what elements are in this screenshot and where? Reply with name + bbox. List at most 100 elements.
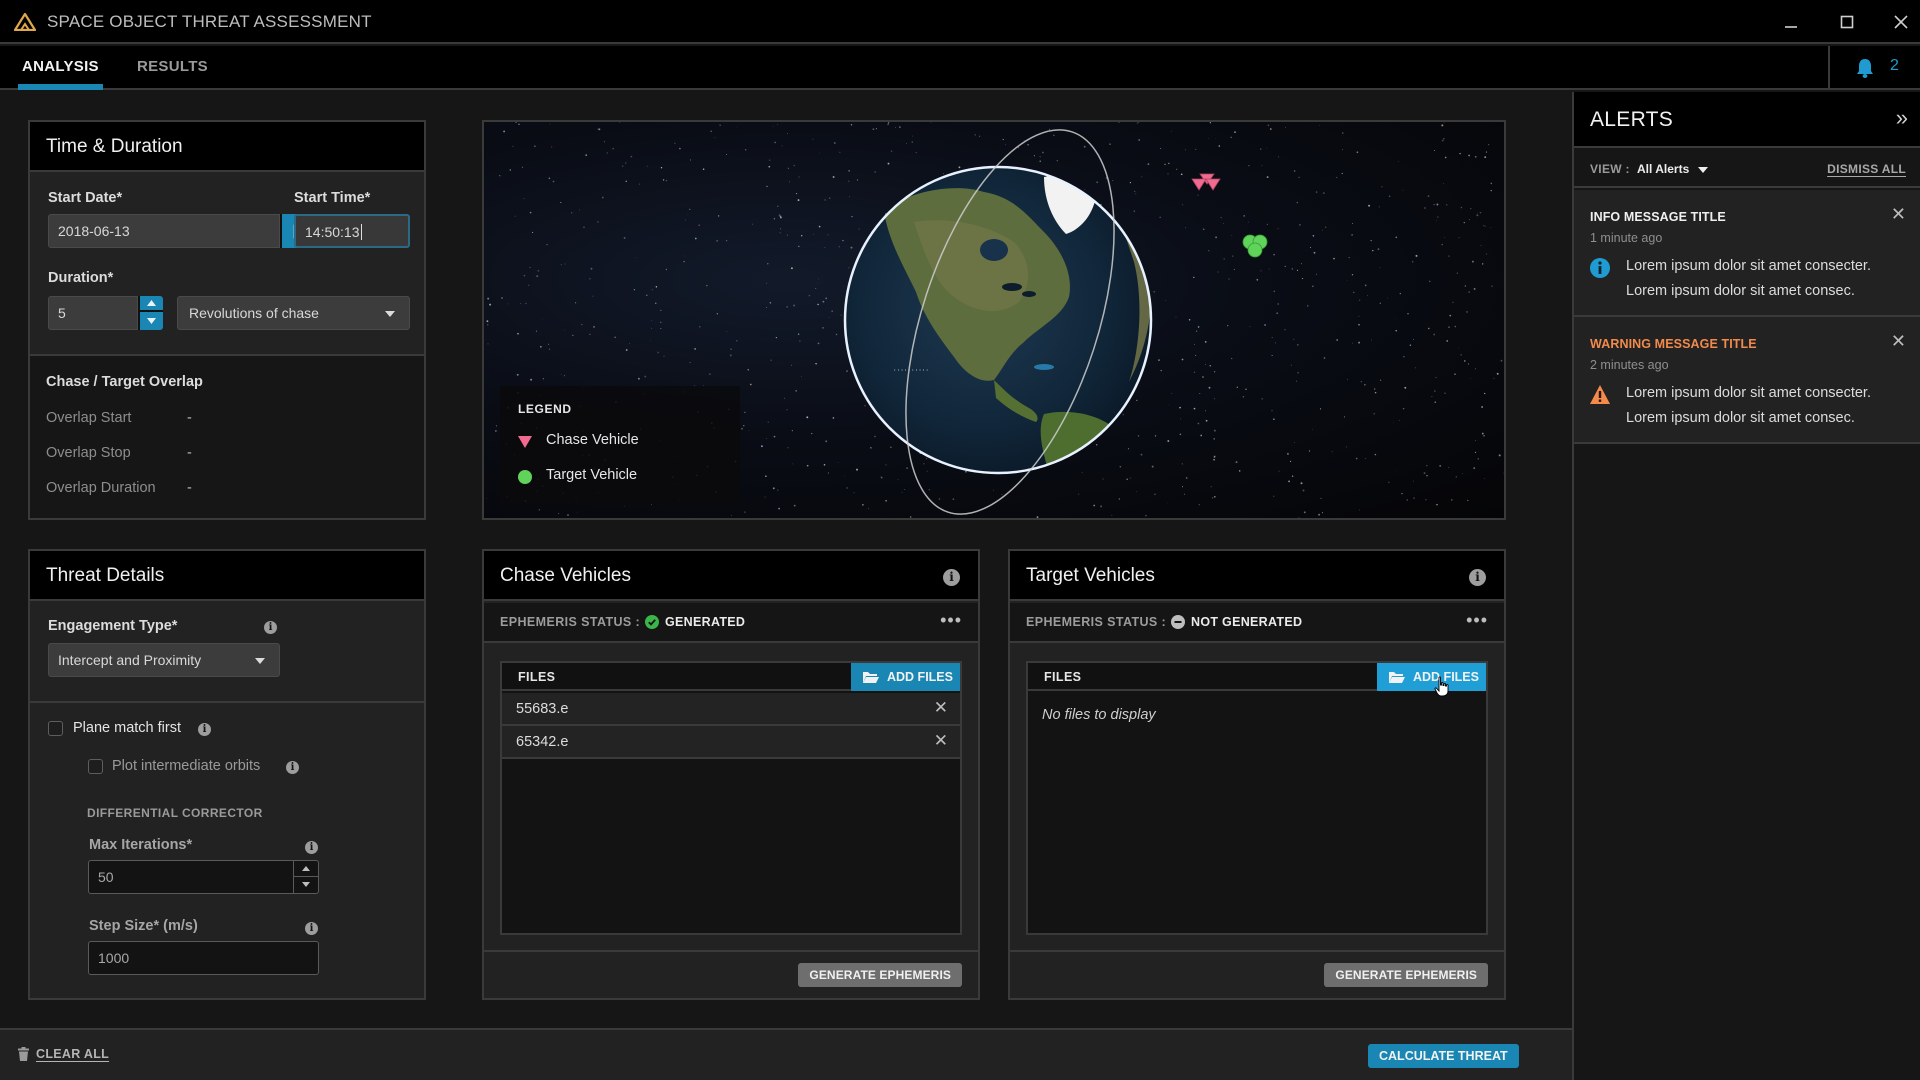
alert-message-line: Lorem ipsum dolor sit amet consecter. <box>1626 385 1871 401</box>
chase-vehicle-markers[interactable] <box>1191 173 1221 191</box>
files-list: FILES ADD FILES No files to display <box>1026 661 1488 935</box>
tab-analysis-label: ANALYSIS <box>22 58 99 75</box>
star <box>596 518 598 520</box>
start-date-value: 2018-06-13 <box>58 223 130 239</box>
alerts-header: ALERTS » <box>1574 92 1920 148</box>
star <box>836 519 837 520</box>
overlap-duration-value: - <box>187 480 192 496</box>
step-size-input[interactable]: 1000 <box>88 941 319 975</box>
more-options-icon[interactable]: ••• <box>940 610 962 631</box>
target-vehicle-legend-icon <box>518 470 532 484</box>
duration-value: 5 <box>58 305 66 321</box>
alert-item-info: INFO MESSAGE TITLE 1 minute ago ✕ Lorem … <box>1574 190 1920 317</box>
ephemeris-status-value: GENERATED <box>665 615 746 629</box>
panel-header: Threat Details <box>30 551 424 601</box>
title-bar: SPACE OBJECT THREAT ASSESSMENT <box>0 0 1920 44</box>
max-iterations-label: Max Iterations* <box>89 837 193 853</box>
panel-title: Time & Duration <box>46 136 183 157</box>
start-date-input[interactable]: 2018-06-13 <box>48 214 280 248</box>
dismiss-all-button[interactable]: DISMISS ALL <box>1827 162 1906 176</box>
panel-title: Target Vehicles <box>1026 565 1155 586</box>
maximize-button[interactable] <box>1832 8 1862 36</box>
notification-count: 2 <box>1890 57 1899 74</box>
close-window-button[interactable] <box>1886 8 1916 36</box>
alerts-panel: ALERTS » VIEW : All Alerts DISMISS ALL I… <box>1572 92 1920 1080</box>
chase-vehicles-panel: Chase Vehicles i EPHEMERIS STATUS : GENE… <box>482 549 980 1000</box>
alerts-view-row: VIEW : All Alerts DISMISS ALL <box>1574 150 1920 188</box>
clear-all-button[interactable]: CLEAR ALL <box>36 1047 109 1061</box>
increment-button[interactable] <box>294 861 318 877</box>
duration-input[interactable]: 5 <box>48 296 138 330</box>
info-icon[interactable]: i <box>305 922 318 935</box>
collapse-panel-icon[interactable]: » <box>1896 105 1908 131</box>
generate-ephemeris-button[interactable]: GENERATE EPHEMERIS <box>1324 963 1488 987</box>
tab-analysis[interactable]: ANALYSIS <box>18 46 103 90</box>
star <box>844 519 845 520</box>
legend-chase-label: Chase Vehicle <box>546 432 639 448</box>
more-options-icon[interactable]: ••• <box>1466 610 1488 631</box>
duration-unit-select[interactable]: Revolutions of chase <box>177 296 410 330</box>
app-title: SPACE OBJECT THREAT ASSESSMENT <box>47 12 372 31</box>
alert-message-line: Lorem ipsum dolor sit amet consec. <box>1626 283 1855 299</box>
ephemeris-status-value: NOT GENERATED <box>1191 615 1303 629</box>
panel-header: Chase Vehicles i <box>484 551 978 601</box>
caret-up-icon <box>302 866 310 871</box>
increment-button[interactable] <box>140 296 163 312</box>
overlap-stop-label: Overlap Stop <box>46 445 131 461</box>
dismiss-alert-icon[interactable]: ✕ <box>1891 331 1906 352</box>
engagement-type-label: Engagement Type* <box>48 618 178 634</box>
add-files-button[interactable]: ADD FILES <box>1377 663 1486 691</box>
decrement-button[interactable] <box>294 877 318 892</box>
orbit-visualization[interactable]: ·········· LEGEND Chase Vehicle Target V… <box>482 120 1506 520</box>
dismiss-alert-icon[interactable]: ✕ <box>1891 204 1906 225</box>
generate-ephemeris-button[interactable]: GENERATE EPHEMERIS <box>798 963 962 987</box>
chevron-down-icon <box>255 658 265 664</box>
duration-stepper[interactable] <box>138 296 163 330</box>
minimize-button[interactable] <box>1776 8 1806 36</box>
tab-results[interactable]: RESULTS <box>137 46 208 90</box>
overlap-section: Chase / Target Overlap Overlap Start - O… <box>30 354 424 518</box>
file-row[interactable]: 65342.e ✕ <box>502 726 960 759</box>
engagement-type-value: Intercept and Proximity <box>58 652 202 668</box>
duration-label: Duration* <box>48 270 114 286</box>
info-icon[interactable]: i <box>198 723 211 736</box>
files-header: FILES ADD FILES <box>502 663 960 691</box>
remove-file-icon[interactable]: ✕ <box>934 698 948 718</box>
legend-target-label: Target Vehicle <box>546 467 638 483</box>
max-iterations-input[interactable]: 50 <box>88 860 319 894</box>
decrement-button[interactable] <box>140 312 163 330</box>
info-icon[interactable]: i <box>1469 569 1486 586</box>
minimize-icon <box>1785 26 1797 28</box>
view-label: VIEW : <box>1590 162 1630 176</box>
calculate-threat-button[interactable]: CALCULATE THREAT <box>1368 1044 1519 1068</box>
text-cursor: ​ <box>360 224 362 240</box>
alert-item-warning: WARNING MESSAGE TITLE 2 minutes ago ✕ Lo… <box>1574 317 1920 444</box>
info-icon[interactable]: i <box>286 761 299 774</box>
alert-time: 1 minute ago <box>1590 231 1663 245</box>
overlap-duration-label: Overlap Duration <box>46 480 156 496</box>
remove-file-icon[interactable]: ✕ <box>934 731 948 751</box>
info-icon[interactable]: i <box>305 841 318 854</box>
folder-open-icon <box>863 672 879 683</box>
engagement-type-select[interactable]: Intercept and Proximity <box>48 643 280 677</box>
ephemeris-status-row: EPHEMERIS STATUS : NOT GENERATED ••• <box>1010 603 1504 643</box>
add-files-button[interactable]: ADD FILES <box>851 663 960 691</box>
notifications-button[interactable]: 2 <box>1828 46 1920 90</box>
caret-down-icon <box>302 882 310 887</box>
overlap-stop-value: - <box>187 445 192 461</box>
plane-match-checkbox[interactable] <box>48 721 63 736</box>
view-filter-select[interactable]: All Alerts <box>1637 162 1708 176</box>
trash-icon <box>18 1047 29 1061</box>
start-time-input[interactable]: 14:50:13​ <box>294 214 410 248</box>
overlap-start-label: Overlap Start <box>46 410 132 426</box>
info-icon[interactable]: i <box>943 569 960 586</box>
target-vehicle-markers[interactable] <box>1242 234 1268 258</box>
max-iterations-stepper[interactable] <box>293 861 318 893</box>
info-icon[interactable]: i <box>264 621 277 634</box>
add-files-label: ADD FILES <box>887 670 953 684</box>
alert-message: Lorem ipsum dolor sit amet consecter. Lo… <box>1626 254 1871 304</box>
file-row[interactable]: 55683.e ✕ <box>502 693 960 726</box>
overlap-title: Chase / Target Overlap <box>46 374 203 390</box>
star <box>1503 472 1504 474</box>
plot-orbits-checkbox[interactable] <box>88 759 103 774</box>
